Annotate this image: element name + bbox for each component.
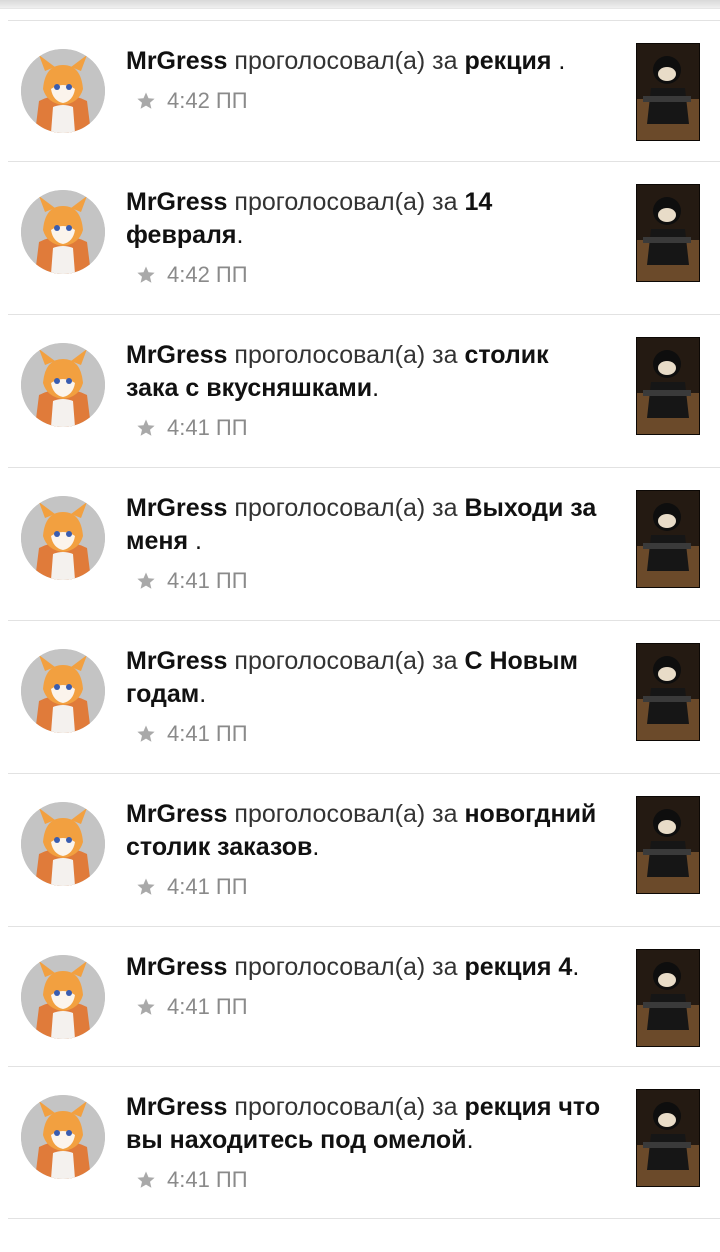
username-link[interactable]: MrGress <box>126 47 227 75</box>
post-title-link[interactable]: рекция <box>464 47 551 75</box>
timestamp: 4:42 ПП <box>167 262 248 287</box>
list-item[interactable]: MrGress проголосовал(а) за С Новым годам… <box>8 620 720 773</box>
action-text: проголосовал(а) за <box>234 188 458 216</box>
sentence-end: . <box>236 221 244 249</box>
star-icon <box>137 725 155 742</box>
star-icon <box>137 1171 155 1188</box>
post-thumbnail[interactable] <box>636 184 700 282</box>
post-thumbnail[interactable] <box>636 490 700 588</box>
sentence-end: . <box>572 953 580 981</box>
star-icon <box>137 92 155 109</box>
activity-text: MrGress проголосовал(а) за 14 февраля. <box>126 186 606 252</box>
username-link[interactable]: MrGress <box>126 494 227 522</box>
activity-text: MrGress проголосовал(а) за С Новым годам… <box>126 645 606 711</box>
username-link[interactable]: MrGress <box>126 341 227 369</box>
post-thumbnail[interactable] <box>636 43 700 141</box>
list-item[interactable]: MrGress проголосовал(а) за столик зака с… <box>8 314 720 467</box>
action-text: проголосовал(а) за <box>234 341 458 369</box>
star-icon <box>137 878 155 895</box>
user-avatar[interactable] <box>21 955 105 1039</box>
star-icon <box>137 419 155 436</box>
activity-text: MrGress проголосовал(а) за рекция . <box>126 45 606 78</box>
action-text: проголосовал(а) за <box>234 953 458 981</box>
timestamp: 4:41 ПП <box>167 874 248 899</box>
item-meta: 4:41 ПП <box>136 872 606 902</box>
activity-text: MrGress проголосовал(а) за новогдний сто… <box>126 798 606 864</box>
action-text: проголосовал(а) за <box>234 1093 458 1121</box>
sentence-end: . <box>372 374 380 402</box>
timestamp: 4:41 ПП <box>167 994 248 1019</box>
sentence-end: . <box>188 527 202 555</box>
action-text: проголосовал(а) за <box>234 647 458 675</box>
list-item[interactable]: MrGress проголосовал(а) за рекция 4. 4:4… <box>8 926 720 1066</box>
item-meta: 4:41 ПП <box>136 992 606 1022</box>
item-meta: 4:41 ПП <box>136 413 606 443</box>
list-item[interactable]: MrGress проголосовал(а) за рекция . 4:42… <box>8 20 720 161</box>
user-avatar[interactable] <box>21 343 105 427</box>
username-link[interactable]: MrGress <box>126 1093 227 1121</box>
item-meta: 4:42 ПП <box>136 86 606 116</box>
activity-text: MrGress проголосовал(а) за Выходи за мен… <box>126 492 606 558</box>
username-link[interactable]: MrGress <box>126 953 227 981</box>
username-link[interactable]: MrGress <box>126 188 227 216</box>
username-link[interactable]: MrGress <box>126 800 227 828</box>
user-avatar[interactable] <box>21 802 105 886</box>
sentence-end: . <box>466 1126 474 1154</box>
activity-text: MrGress проголосовал(а) за рекция что вы… <box>126 1091 606 1157</box>
list-item[interactable]: MrGress проголосовал(а) за рекция что вы… <box>8 1066 720 1219</box>
username-link[interactable]: MrGress <box>126 647 227 675</box>
post-title-link[interactable]: рекция 4 <box>464 953 572 981</box>
user-avatar[interactable] <box>21 1095 105 1179</box>
action-text: проголосовал(а) за <box>234 47 458 75</box>
action-text: проголосовал(а) за <box>234 494 458 522</box>
star-icon <box>137 572 155 589</box>
post-thumbnail[interactable] <box>636 796 700 894</box>
post-thumbnail[interactable] <box>636 643 700 741</box>
activity-text: MrGress проголосовал(а) за рекция 4. <box>126 951 606 984</box>
timestamp: 4:41 ПП <box>167 721 248 746</box>
timestamp: 4:42 ПП <box>167 88 248 113</box>
sentence-end: . <box>199 680 207 708</box>
item-meta: 4:41 ПП <box>136 719 606 749</box>
action-text: проголосовал(а) за <box>234 800 458 828</box>
activity-text: MrGress проголосовал(а) за столик зака с… <box>126 339 606 405</box>
item-meta: 4:41 ПП <box>136 1165 606 1195</box>
timestamp: 4:41 ПП <box>167 415 248 440</box>
top-shadow-bar <box>0 0 720 9</box>
item-meta: 4:42 ПП <box>136 260 606 290</box>
user-avatar[interactable] <box>21 496 105 580</box>
list-item[interactable]: MrGress проголосовал(а) за 14 февраля. 4… <box>8 161 720 314</box>
user-avatar[interactable] <box>21 49 105 133</box>
sentence-end: . <box>312 833 320 861</box>
post-thumbnail[interactable] <box>636 1089 700 1187</box>
item-meta: 4:41 ПП <box>136 566 606 596</box>
user-avatar[interactable] <box>21 190 105 274</box>
star-icon <box>137 998 155 1015</box>
star-icon <box>137 266 155 283</box>
list-item[interactable]: MrGress проголосовал(а) за новогдний сто… <box>8 773 720 926</box>
timestamp: 4:41 ПП <box>167 568 248 593</box>
list-item[interactable]: MrGress проголосовал(а) за Выходи за мен… <box>8 467 720 620</box>
activity-feed: MrGress проголосовал(а) за рекция . 4:42… <box>0 20 720 1219</box>
user-avatar[interactable] <box>21 649 105 733</box>
post-thumbnail[interactable] <box>636 949 700 1047</box>
timestamp: 4:41 ПП <box>167 1167 248 1192</box>
sentence-end: . <box>551 47 566 75</box>
post-thumbnail[interactable] <box>636 337 700 435</box>
